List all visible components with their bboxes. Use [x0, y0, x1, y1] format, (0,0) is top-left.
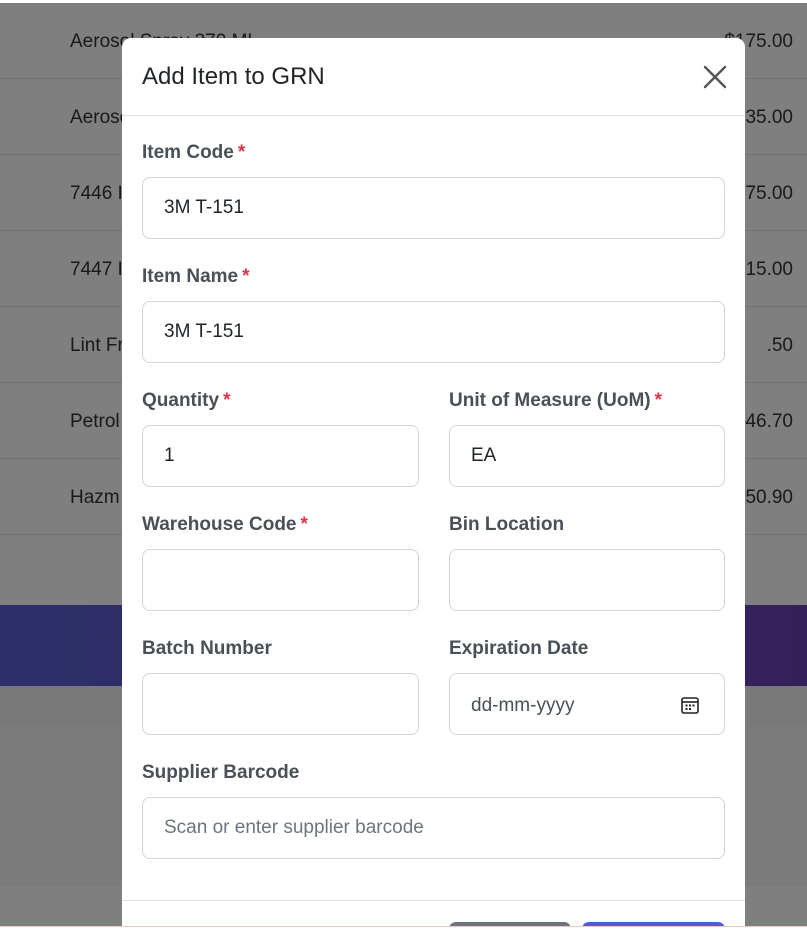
- bin-location-label: Bin Location: [449, 514, 565, 535]
- item-name-input[interactable]: [142, 301, 725, 363]
- add-item-modal: Add Item to GRN Item Code* Item Name* Qu…: [122, 38, 745, 926]
- expiration-date-input[interactable]: dd-mm-yyyy: [449, 673, 725, 735]
- expiration-date-label: Expiration Date: [449, 638, 589, 659]
- modal-footer-divider: [122, 900, 745, 901]
- item-code-input[interactable]: [142, 177, 725, 239]
- warehouse-code-input[interactable]: [142, 549, 419, 611]
- required-marker: *: [237, 142, 246, 163]
- quantity-label-text: Quantity: [142, 390, 220, 411]
- supplier-barcode-label: Supplier Barcode: [142, 762, 300, 783]
- close-icon: [703, 65, 727, 89]
- modal-title: Add Item to GRN: [142, 63, 325, 90]
- batch-number-label: Batch Number: [142, 638, 272, 659]
- supplier-barcode-input[interactable]: [142, 797, 725, 859]
- modal-header: Add Item to GRN: [122, 38, 745, 116]
- date-placeholder: dd-mm-yyyy: [471, 695, 575, 716]
- item-name-label: Item Name *: [142, 266, 250, 288]
- uom-label-text: Unit of Measure (UoM): [449, 390, 651, 411]
- window-bottom-edge: [0, 926, 807, 933]
- warehouse-code-label-text: Warehouse Code: [142, 514, 297, 535]
- required-marker: *: [242, 266, 250, 287]
- window-top-edge: [0, 0, 807, 3]
- batch-number-input[interactable]: [142, 673, 419, 735]
- calendar-icon[interactable]: [680, 695, 700, 715]
- item-name-label-text: Item Name: [142, 266, 239, 287]
- item-code-label: Item Code *: [142, 142, 245, 164]
- uom-label: Unit of Measure (UoM) *: [449, 390, 662, 412]
- item-code-label-text: Item Code: [142, 142, 234, 163]
- required-marker: *: [223, 390, 231, 411]
- required-marker: *: [654, 390, 663, 411]
- quantity-input[interactable]: [142, 425, 419, 487]
- close-button[interactable]: [700, 62, 730, 92]
- warehouse-code-label: Warehouse Code *: [142, 514, 308, 536]
- quantity-label: Quantity *: [142, 390, 230, 412]
- bin-location-input[interactable]: [449, 549, 725, 611]
- uom-input[interactable]: [449, 425, 725, 487]
- required-marker: *: [300, 514, 308, 535]
